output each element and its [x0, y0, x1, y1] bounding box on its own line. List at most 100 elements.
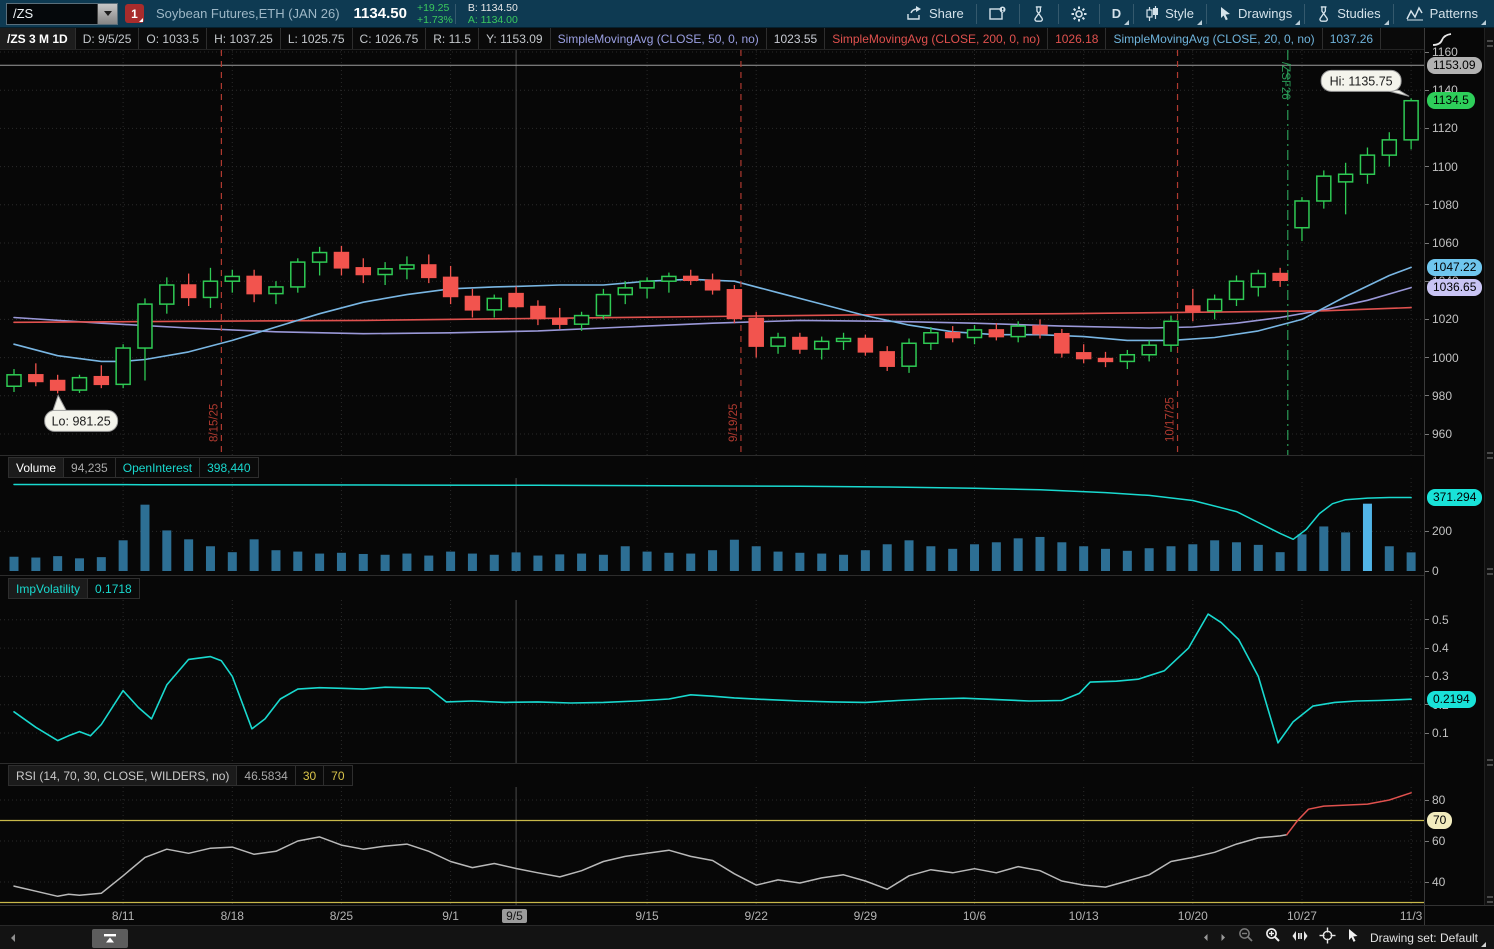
- date-axis-label[interactable]: 8/25: [317, 909, 365, 923]
- volume-chart[interactable]: [0, 478, 1424, 572]
- candle: [1229, 275, 1243, 306]
- date-axis-label[interactable]: 11/3: [1387, 909, 1435, 923]
- candlestick-icon: [1146, 6, 1159, 22]
- date-axis-label[interactable]: 10/27: [1278, 909, 1326, 923]
- pan-icon[interactable]: [1292, 929, 1308, 947]
- panel-divider[interactable]: [0, 575, 1424, 576]
- date-axis-label[interactable]: 10/6: [951, 909, 999, 923]
- volume-bar: [424, 556, 433, 571]
- volume-bar: [1254, 545, 1263, 571]
- volume-bar: [31, 558, 40, 571]
- settings-button[interactable]: [1061, 0, 1097, 28]
- analyze-button[interactable]: [1022, 0, 1056, 28]
- date-axis-label[interactable]: 9/15: [623, 909, 671, 923]
- panel-grip[interactable]: [1487, 40, 1493, 42]
- candle-body: [989, 330, 1003, 337]
- zoom-in-icon[interactable]: [1265, 927, 1281, 948]
- alerts-badge[interactable]: 1: [125, 4, 144, 23]
- pointer-icon[interactable]: [1347, 928, 1359, 948]
- date-axis-label[interactable]: 8/11: [99, 909, 147, 923]
- date-axis-label[interactable]: 9/5: [502, 909, 527, 923]
- date-axis-label[interactable]: 9/1: [427, 909, 475, 923]
- date-axis-label[interactable]: 10/20: [1169, 909, 1217, 923]
- price-change: +19.25 +1.73%: [417, 2, 453, 26]
- volume-bar: [1341, 532, 1350, 571]
- callout-text: Hi: 1135.75: [1330, 74, 1393, 88]
- candle-body: [378, 269, 392, 275]
- volume-value: 94,235: [64, 458, 116, 477]
- date-axis-label[interactable]: 10/13: [1060, 909, 1108, 923]
- collapse-panel-button[interactable]: [92, 929, 128, 948]
- bid-ask: B: 1134.50 A: 1134.00: [468, 2, 518, 26]
- panel-grip[interactable]: [1487, 452, 1493, 454]
- timeframe-button[interactable]: D: [1102, 0, 1131, 28]
- dropdown-corner-icon: [1481, 942, 1486, 947]
- date-axis[interactable]: 8/11 8/18 8/25 9/1 9/5 9/15 9/22 9/29 10/6 10/13 1…: [0, 905, 1494, 925]
- price-chart[interactable]: 8/15/259/19/2510/17/25/ZSF26Lo: 981.25Hi…: [0, 50, 1424, 455]
- panel-grip[interactable]: [1487, 759, 1493, 761]
- candle: [968, 325, 982, 344]
- volume-bar: [948, 549, 957, 571]
- patterns-button[interactable]: Patterns: [1396, 0, 1488, 28]
- change-value: +19.25: [417, 2, 453, 14]
- panel-grip[interactable]: [1487, 901, 1493, 903]
- right-scroll-strip[interactable]: [1484, 28, 1494, 905]
- symbol-input[interactable]: /ZS: [6, 3, 118, 25]
- drawing-set-selector[interactable]: Drawing set: Default: [1370, 931, 1486, 945]
- page-left-icon[interactable]: [1202, 929, 1209, 947]
- candle-body: [662, 276, 676, 281]
- zoom-out-icon[interactable]: [1238, 927, 1254, 948]
- panel-divider[interactable]: [0, 763, 1424, 764]
- candle-body: [531, 307, 545, 319]
- open-interest-label[interactable]: OpenInterest: [116, 458, 200, 477]
- news-button[interactable]: [979, 0, 1017, 28]
- panel-grip[interactable]: [1487, 457, 1493, 459]
- candle-body: [553, 318, 567, 324]
- drawings-button[interactable]: Drawings: [1209, 0, 1302, 28]
- symbol-value[interactable]: /ZS: [7, 6, 97, 21]
- rsi-chart[interactable]: [0, 787, 1424, 905]
- panel-grip[interactable]: [1487, 573, 1493, 575]
- candle-body: [924, 333, 938, 344]
- callout-tail: [53, 395, 67, 411]
- candle: [1055, 329, 1069, 358]
- candle-body: [203, 281, 217, 297]
- panel-grip[interactable]: [1487, 568, 1493, 570]
- share-button[interactable]: Share: [896, 0, 974, 28]
- page-right-icon[interactable]: [1220, 929, 1227, 947]
- panel-grip[interactable]: [1487, 764, 1493, 766]
- volume-bar: [140, 505, 149, 571]
- event-line-label: 10/17/25: [1165, 397, 1177, 442]
- volume-bar: [926, 546, 935, 571]
- flask-icon: [1317, 6, 1331, 22]
- crosshair-icon[interactable]: [1319, 927, 1336, 949]
- candle-body: [1033, 326, 1047, 334]
- date-axis-label[interactable]: 9/22: [732, 909, 780, 923]
- style-button[interactable]: Style: [1136, 0, 1204, 28]
- impvolatility-chart[interactable]: [0, 600, 1424, 763]
- volume-label[interactable]: Volume: [9, 458, 64, 477]
- symbol-dropdown-button[interactable]: [97, 4, 117, 24]
- rsi-label[interactable]: RSI (14, 70, 30, CLOSE, WILDERS, no): [9, 766, 237, 785]
- candle-body: [116, 348, 130, 384]
- panel-grip[interactable]: [1487, 45, 1493, 47]
- panel-grip[interactable]: [1487, 896, 1493, 898]
- rsi-overbought-value: 70: [324, 766, 351, 785]
- candle-body: [1164, 321, 1178, 345]
- ask-value: A: 1134.00: [468, 14, 518, 26]
- studies-button[interactable]: Studies: [1307, 0, 1390, 28]
- axis-value-bubble: 1134.5: [1427, 92, 1475, 109]
- candle: [815, 337, 829, 360]
- axis-tick-label: 1000: [1425, 350, 1459, 366]
- scroll-left-icon[interactable]: [9, 933, 17, 943]
- date-axis-label[interactable]: 8/18: [208, 909, 256, 923]
- toolbar-actions: Share D Style: [896, 0, 1488, 27]
- panel-divider[interactable]: [0, 455, 1424, 456]
- candle-body: [1382, 140, 1396, 155]
- impvolatility-label[interactable]: ImpVolatility: [9, 579, 88, 598]
- volume-bar: [730, 540, 739, 571]
- axis-style-icon[interactable]: [1432, 31, 1454, 53]
- volume-bar: [490, 555, 499, 571]
- candle-body: [1404, 101, 1418, 140]
- date-axis-label[interactable]: 9/29: [841, 909, 889, 923]
